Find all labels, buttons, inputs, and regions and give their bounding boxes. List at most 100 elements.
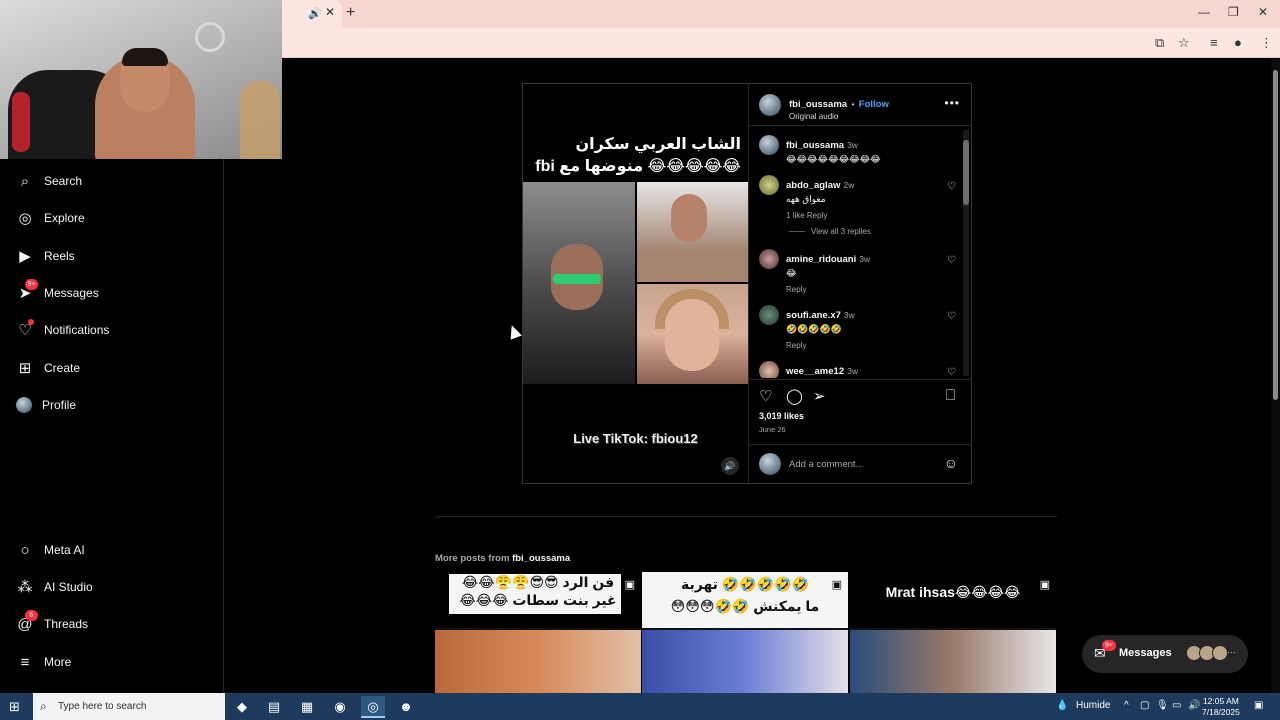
scrollbar-thumb[interactable] — [1273, 70, 1278, 400]
comment-username[interactable]: fbi_oussama — [786, 140, 844, 151]
emoji-icon[interactable]: ☺ — [944, 455, 958, 471]
browser-tab[interactable]: 🔊 ✕ — [282, 0, 342, 28]
avatar[interactable] — [759, 305, 779, 325]
sidebar-item-profile[interactable]: Profile — [16, 393, 76, 417]
comment-time: 3w — [847, 140, 858, 150]
view-replies-link[interactable]: View all 3 replies — [789, 227, 871, 236]
sidebar-item-messages[interactable]: ➤ 9+ Messages — [16, 279, 99, 305]
install-app-icon[interactable]: ⧉ — [1155, 35, 1164, 51]
store-icon[interactable]: ▦ — [295, 696, 319, 718]
sidebar-item-threads[interactable]: @ 6 Threads — [16, 610, 88, 636]
comment-username[interactable]: soufi.ane.x7 — [786, 310, 841, 321]
like-heart-icon[interactable]: ♡ — [759, 387, 772, 405]
scrollbar-thumb[interactable] — [963, 140, 969, 205]
minimize-button[interactable]: — — [1198, 5, 1210, 19]
tile-caption: ما يمكنش 🤣🤣😳😳😳 — [670, 598, 820, 614]
sidebar-item-notifications[interactable]: ♡ Notifications — [16, 318, 109, 342]
weather-icon[interactable]: 💧 — [1056, 700, 1068, 711]
microphone-icon[interactable]: 🎙 — [1156, 700, 1169, 711]
discord-icon[interactable]: ☻ — [394, 696, 418, 718]
weather-label[interactable]: Humide — [1076, 700, 1110, 711]
comment-meta[interactable]: Reply — [786, 341, 946, 350]
comment-text: معواق ههه — [786, 194, 826, 204]
more-post-tile[interactable]: 🤣🤣🤣🤣🤣 تهربة ما يمكنش 🤣🤣😳😳😳 ▣ — [642, 572, 848, 693]
comment-meta[interactable]: Reply — [786, 285, 946, 294]
sidebar-item-explore[interactable]: ◎ Explore — [16, 206, 84, 230]
sidebar-item-reels[interactable]: ▶ Reels — [16, 244, 74, 268]
add-comment-input[interactable]: Add a comment... — [789, 459, 863, 470]
windows-start-icon[interactable]: ⊞ — [9, 699, 20, 715]
close-tab-icon[interactable]: ✕ — [325, 5, 335, 19]
sidebar-item-label: Notifications — [44, 323, 110, 337]
messages-badge: 9+ — [1102, 640, 1116, 651]
profile-icon[interactable]: ● — [1234, 35, 1242, 50]
more-post-tile[interactable]: Mrat ihsas😂😂😂😂 ▣ — [850, 572, 1056, 693]
sidebar-item-create[interactable]: ⊞ Create — [16, 356, 80, 380]
copilot-icon[interactable]: ◆ — [230, 696, 254, 718]
plus-square-icon: ⊞ — [18, 360, 32, 377]
chrome-icon[interactable]: ◎ — [361, 696, 385, 718]
volume-icon[interactable]: 🔊 — [721, 457, 739, 475]
address-bar[interactable]: ⧉ ☆ ≡ ● ⋮ — [282, 28, 1280, 58]
restore-button[interactable]: ❐ — [1228, 5, 1239, 19]
comment-username[interactable]: abdo_aglaw — [786, 180, 840, 191]
like-comment-heart-icon[interactable]: ♡ — [947, 255, 956, 266]
comment-username[interactable]: wee__ame12 — [786, 366, 844, 377]
comment-meta[interactable]: 1 like Reply — [786, 211, 946, 220]
sidebar-item-meta-ai[interactable]: ○ Meta AI — [16, 538, 84, 562]
share-send-icon[interactable]: ➢ — [813, 387, 826, 405]
ai-studio-icon: ⁂ — [17, 579, 33, 596]
mouse-cursor — [506, 323, 522, 340]
more-post-tile[interactable]: فن الرد 😎😎😤😤😂😂 غير بنت سطات 😂😂😂 ▣ — [435, 572, 641, 693]
sidebar-item-search[interactable]: ⌕ Search — [16, 169, 82, 193]
sidebar-item-more[interactable]: ≡ More — [16, 650, 72, 674]
search-icon: ⌕ — [20, 172, 30, 190]
more-posts-user[interactable]: fbi_oussama — [512, 553, 570, 564]
avatar[interactable] — [759, 249, 779, 269]
menu-icon: ≡ — [20, 653, 30, 671]
avatar[interactable] — [759, 135, 779, 155]
speaker-icon[interactable]: 🔊 — [308, 7, 322, 20]
webcam-overlay — [0, 0, 282, 159]
comment-bubble-icon[interactable]: ◯ — [786, 387, 803, 405]
comments-scrollbar[interactable] — [963, 130, 969, 376]
notification-center-icon[interactable]: ▣ — [1254, 700, 1263, 711]
follow-button[interactable]: Follow — [859, 99, 889, 110]
avatar[interactable] — [759, 361, 779, 378]
bookmark-star-icon[interactable]: ☆ — [1178, 35, 1190, 51]
likes-count[interactable]: 3,019 likes — [759, 411, 804, 421]
close-window-button[interactable]: ✕ — [1258, 5, 1268, 19]
avatar[interactable] — [759, 175, 779, 195]
video-caption-line: الشاب العربي سكران — [575, 136, 741, 153]
save-bookmark-icon[interactable]: ⎕ — [946, 387, 955, 404]
obs-icon[interactable]: ◉ — [328, 696, 352, 718]
reel-video[interactable]: الشاب العربي سكران 😂😂😂😂😂 منوضها مع fbi L… — [523, 84, 748, 483]
taskbar-search-input[interactable]: Type here to search — [58, 701, 146, 712]
browser-menu-icon[interactable]: ⋮ — [1260, 35, 1273, 51]
audio-label[interactable]: Original audio — [789, 112, 889, 121]
taskbar-search[interactable]: ⌕ Type here to search 😝😮😻 — [33, 693, 225, 720]
network-icon[interactable]: ▭ — [1172, 700, 1181, 711]
reels-icon: ▶ — [19, 248, 31, 265]
like-comment-heart-icon[interactable]: ♡ — [947, 181, 956, 192]
tray-chevron-icon[interactable]: ^ — [1124, 700, 1129, 711]
taskbar-clock[interactable]: 12:05 AM 7/18/2025 — [1202, 696, 1240, 718]
comment-list[interactable]: fbi_oussama 3w 😂😂😂😂😂😂😂😂😂 abdo_aglaw 2w معو… — [749, 127, 972, 378]
page-scrollbar[interactable] — [1271, 58, 1280, 693]
more-options-icon[interactable]: ••• — [944, 96, 960, 110]
new-tab-button[interactable]: + — [346, 4, 355, 22]
camera-icon[interactable]: ▢ — [1140, 700, 1149, 711]
like-comment-heart-icon[interactable]: ♡ — [947, 367, 956, 378]
messages-floating-button[interactable]: ✉ 9+ Messages ··· — [1082, 635, 1248, 673]
chair-accent — [12, 92, 30, 152]
sidebar-item-ai-studio[interactable]: ⁂ AI Studio — [16, 575, 93, 599]
post-author[interactable]: fbi_oussama — [789, 99, 847, 110]
file-explorer-icon[interactable]: ▤ — [262, 696, 286, 718]
media-control-icon[interactable]: ≡ — [1210, 35, 1218, 50]
avatar[interactable] — [759, 94, 781, 116]
more-icon: ··· — [1227, 647, 1236, 657]
comment-username[interactable]: amine_ridouani — [786, 254, 856, 265]
volume-icon[interactable]: 🔊 — [1188, 700, 1200, 711]
threads-badge: 6 — [25, 610, 38, 621]
like-comment-heart-icon[interactable]: ♡ — [947, 311, 956, 322]
